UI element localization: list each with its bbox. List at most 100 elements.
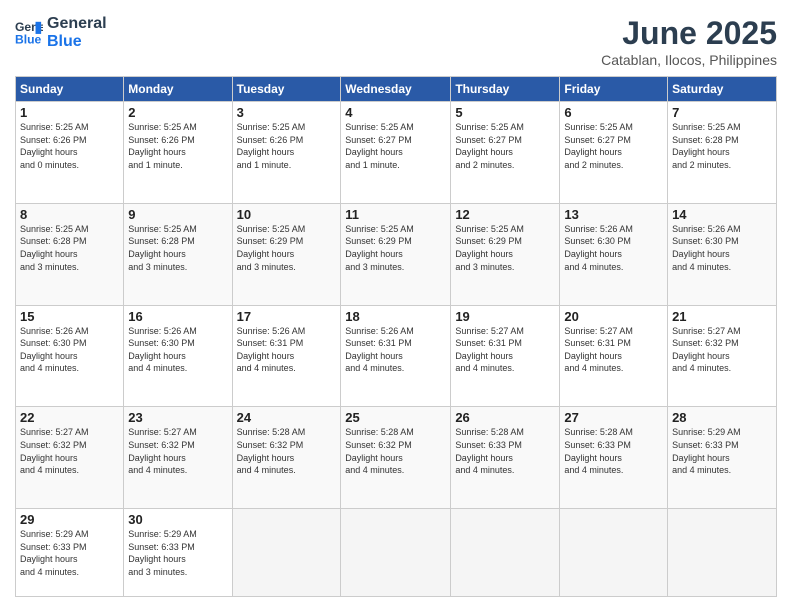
day-number: 1 — [20, 105, 119, 120]
calendar-cell: 25Sunrise: 5:28 AMSunset: 6:32 PMDayligh… — [341, 407, 451, 509]
day-info: Sunrise: 5:27 AMSunset: 6:32 PMDaylight … — [20, 426, 119, 476]
day-info: Sunrise: 5:26 AMSunset: 6:30 PMDaylight … — [564, 223, 663, 273]
calendar-cell: 30Sunrise: 5:29 AMSunset: 6:33 PMDayligh… — [124, 509, 232, 597]
day-number: 12 — [455, 207, 555, 222]
day-info: Sunrise: 5:25 AMSunset: 6:27 PMDaylight … — [455, 121, 555, 171]
day-info: Sunrise: 5:28 AMSunset: 6:33 PMDaylight … — [564, 426, 663, 476]
day-info: Sunrise: 5:29 AMSunset: 6:33 PMDaylight … — [672, 426, 772, 476]
day-header-saturday: Saturday — [668, 77, 777, 102]
calendar-cell: 28Sunrise: 5:29 AMSunset: 6:33 PMDayligh… — [668, 407, 777, 509]
day-number: 17 — [237, 309, 337, 324]
calendar-cell: 19Sunrise: 5:27 AMSunset: 6:31 PMDayligh… — [451, 305, 560, 407]
calendar-cell: 11Sunrise: 5:25 AMSunset: 6:29 PMDayligh… — [341, 203, 451, 305]
day-info: Sunrise: 5:28 AMSunset: 6:32 PMDaylight … — [237, 426, 337, 476]
day-number: 26 — [455, 410, 555, 425]
calendar-table: SundayMondayTuesdayWednesdayThursdayFrid… — [15, 76, 777, 597]
day-info: Sunrise: 5:25 AMSunset: 6:26 PMDaylight … — [20, 121, 119, 171]
header: General Blue General Blue June 2025 Cata… — [15, 15, 777, 68]
calendar-cell: 27Sunrise: 5:28 AMSunset: 6:33 PMDayligh… — [560, 407, 668, 509]
calendar-week-5: 29Sunrise: 5:29 AMSunset: 6:33 PMDayligh… — [16, 509, 777, 597]
day-number: 21 — [672, 309, 772, 324]
day-info: Sunrise: 5:29 AMSunset: 6:33 PMDaylight … — [20, 528, 119, 578]
day-number: 2 — [128, 105, 227, 120]
calendar-week-4: 22Sunrise: 5:27 AMSunset: 6:32 PMDayligh… — [16, 407, 777, 509]
day-number: 29 — [20, 512, 119, 527]
day-number: 5 — [455, 105, 555, 120]
title-block: June 2025 Catablan, Ilocos, Philippines — [601, 15, 777, 68]
calendar-cell: 21Sunrise: 5:27 AMSunset: 6:32 PMDayligh… — [668, 305, 777, 407]
calendar-cell: 6Sunrise: 5:25 AMSunset: 6:27 PMDaylight… — [560, 102, 668, 204]
day-number: 15 — [20, 309, 119, 324]
calendar-cell: 4Sunrise: 5:25 AMSunset: 6:27 PMDaylight… — [341, 102, 451, 204]
calendar-cell: 15Sunrise: 5:26 AMSunset: 6:30 PMDayligh… — [16, 305, 124, 407]
logo-icon: General Blue — [15, 19, 43, 47]
calendar-cell — [668, 509, 777, 597]
day-header-friday: Friday — [560, 77, 668, 102]
day-info: Sunrise: 5:27 AMSunset: 6:31 PMDaylight … — [564, 325, 663, 375]
day-info: Sunrise: 5:26 AMSunset: 6:31 PMDaylight … — [345, 325, 446, 375]
calendar-cell: 12Sunrise: 5:25 AMSunset: 6:29 PMDayligh… — [451, 203, 560, 305]
day-number: 10 — [237, 207, 337, 222]
day-number: 4 — [345, 105, 446, 120]
day-info: Sunrise: 5:25 AMSunset: 6:29 PMDaylight … — [455, 223, 555, 273]
day-number: 22 — [20, 410, 119, 425]
day-header-sunday: Sunday — [16, 77, 124, 102]
day-number: 7 — [672, 105, 772, 120]
calendar-cell: 7Sunrise: 5:25 AMSunset: 6:28 PMDaylight… — [668, 102, 777, 204]
day-number: 27 — [564, 410, 663, 425]
day-number: 6 — [564, 105, 663, 120]
day-info: Sunrise: 5:26 AMSunset: 6:30 PMDaylight … — [672, 223, 772, 273]
day-info: Sunrise: 5:25 AMSunset: 6:28 PMDaylight … — [672, 121, 772, 171]
day-info: Sunrise: 5:26 AMSunset: 6:30 PMDaylight … — [20, 325, 119, 375]
day-number: 20 — [564, 309, 663, 324]
day-info: Sunrise: 5:25 AMSunset: 6:29 PMDaylight … — [345, 223, 446, 273]
calendar-cell — [341, 509, 451, 597]
day-number: 23 — [128, 410, 227, 425]
svg-text:Blue: Blue — [15, 32, 42, 46]
day-number: 28 — [672, 410, 772, 425]
day-header-tuesday: Tuesday — [232, 77, 341, 102]
location: Catablan, Ilocos, Philippines — [601, 52, 777, 68]
day-info: Sunrise: 5:26 AMSunset: 6:31 PMDaylight … — [237, 325, 337, 375]
day-info: Sunrise: 5:25 AMSunset: 6:28 PMDaylight … — [20, 223, 119, 273]
day-info: Sunrise: 5:25 AMSunset: 6:27 PMDaylight … — [564, 121, 663, 171]
day-number: 25 — [345, 410, 446, 425]
calendar-cell: 18Sunrise: 5:26 AMSunset: 6:31 PMDayligh… — [341, 305, 451, 407]
day-info: Sunrise: 5:25 AMSunset: 6:29 PMDaylight … — [237, 223, 337, 273]
calendar-cell: 23Sunrise: 5:27 AMSunset: 6:32 PMDayligh… — [124, 407, 232, 509]
day-info: Sunrise: 5:25 AMSunset: 6:28 PMDaylight … — [128, 223, 227, 273]
calendar-cell: 13Sunrise: 5:26 AMSunset: 6:30 PMDayligh… — [560, 203, 668, 305]
day-header-thursday: Thursday — [451, 77, 560, 102]
logo: General Blue General Blue — [15, 15, 107, 50]
day-number: 30 — [128, 512, 227, 527]
calendar-week-3: 15Sunrise: 5:26 AMSunset: 6:30 PMDayligh… — [16, 305, 777, 407]
calendar-cell — [560, 509, 668, 597]
day-info: Sunrise: 5:27 AMSunset: 6:32 PMDaylight … — [128, 426, 227, 476]
calendar-cell: 3Sunrise: 5:25 AMSunset: 6:26 PMDaylight… — [232, 102, 341, 204]
calendar-page: General Blue General Blue June 2025 Cata… — [0, 0, 792, 612]
calendar-cell: 26Sunrise: 5:28 AMSunset: 6:33 PMDayligh… — [451, 407, 560, 509]
calendar-week-2: 8Sunrise: 5:25 AMSunset: 6:28 PMDaylight… — [16, 203, 777, 305]
day-number: 3 — [237, 105, 337, 120]
calendar-cell: 29Sunrise: 5:29 AMSunset: 6:33 PMDayligh… — [16, 509, 124, 597]
calendar-cell: 2Sunrise: 5:25 AMSunset: 6:26 PMDaylight… — [124, 102, 232, 204]
calendar-week-1: 1Sunrise: 5:25 AMSunset: 6:26 PMDaylight… — [16, 102, 777, 204]
calendar-cell: 5Sunrise: 5:25 AMSunset: 6:27 PMDaylight… — [451, 102, 560, 204]
day-info: Sunrise: 5:29 AMSunset: 6:33 PMDaylight … — [128, 528, 227, 578]
day-number: 11 — [345, 207, 446, 222]
calendar-cell — [232, 509, 341, 597]
calendar-cell: 20Sunrise: 5:27 AMSunset: 6:31 PMDayligh… — [560, 305, 668, 407]
day-number: 9 — [128, 207, 227, 222]
day-number: 18 — [345, 309, 446, 324]
logo-blue: Blue — [47, 33, 107, 51]
day-number: 8 — [20, 207, 119, 222]
calendar-cell: 17Sunrise: 5:26 AMSunset: 6:31 PMDayligh… — [232, 305, 341, 407]
day-header-monday: Monday — [124, 77, 232, 102]
day-info: Sunrise: 5:25 AMSunset: 6:27 PMDaylight … — [345, 121, 446, 171]
day-info: Sunrise: 5:27 AMSunset: 6:32 PMDaylight … — [672, 325, 772, 375]
day-number: 13 — [564, 207, 663, 222]
calendar-cell: 1Sunrise: 5:25 AMSunset: 6:26 PMDaylight… — [16, 102, 124, 204]
day-info: Sunrise: 5:28 AMSunset: 6:32 PMDaylight … — [345, 426, 446, 476]
calendar-cell: 10Sunrise: 5:25 AMSunset: 6:29 PMDayligh… — [232, 203, 341, 305]
day-info: Sunrise: 5:27 AMSunset: 6:31 PMDaylight … — [455, 325, 555, 375]
